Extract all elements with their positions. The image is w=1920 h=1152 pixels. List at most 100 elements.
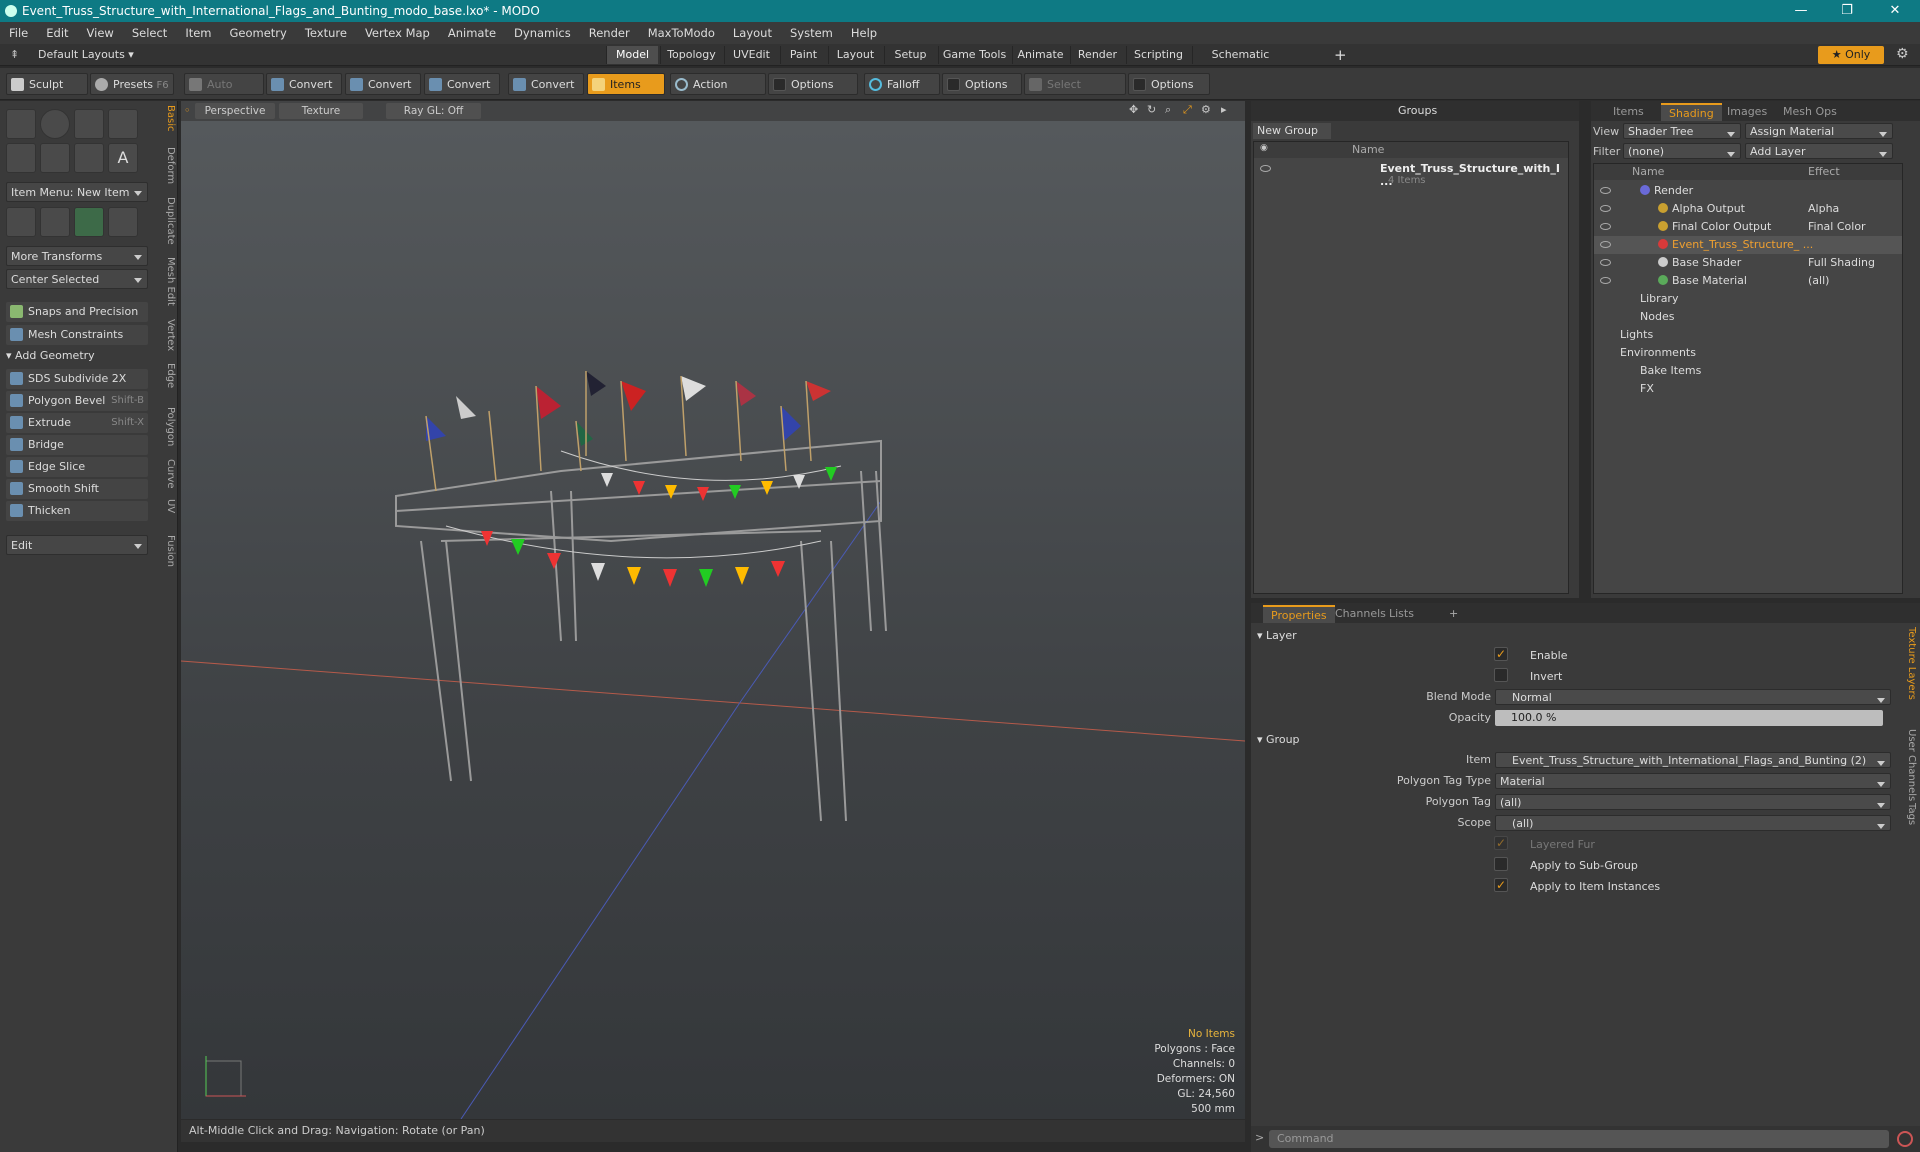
tab-scripting[interactable]: Scripting xyxy=(1126,46,1190,64)
more-transforms-dropdown[interactable]: More Transforms xyxy=(6,246,148,266)
globe-icon[interactable] xyxy=(74,207,104,237)
scope-dropdown[interactable]: (all) xyxy=(1495,815,1891,831)
convert-items-button[interactable]: Convert xyxy=(508,73,584,95)
tab-paint[interactable]: Paint xyxy=(780,46,826,64)
shader-effect[interactable]: (all) xyxy=(1808,272,1829,290)
zoom-view-icon[interactable]: ⌕ xyxy=(1165,103,1171,117)
mesh-constraints-button[interactable]: Mesh Constraints xyxy=(6,325,148,345)
default-layouts-dropdown[interactable]: Default Layouts ▾ xyxy=(38,48,134,61)
add-geometry-header[interactable]: ▾ Add Geometry xyxy=(6,349,95,362)
command-input[interactable]: Command xyxy=(1269,1130,1889,1148)
sphere-primitive-icon[interactable] xyxy=(40,109,70,139)
tool-thicken[interactable]: Thicken xyxy=(6,501,148,521)
vtab-edge[interactable]: Edge xyxy=(156,363,176,388)
tab-model[interactable]: Model xyxy=(606,46,658,64)
convert-vertices-button[interactable]: Convert xyxy=(266,73,342,95)
restore-button[interactable]: ❐ xyxy=(1824,0,1870,22)
tool-sds-subdivide-2x[interactable]: SDS Subdivide 2X xyxy=(6,369,148,389)
cone-primitive-icon[interactable] xyxy=(108,109,138,139)
minimize-button[interactable]: — xyxy=(1778,0,1824,22)
side-tab-tags[interactable]: Tags xyxy=(1897,803,1917,825)
tab-layout[interactable]: Layout xyxy=(828,46,882,64)
assign-material-button[interactable]: Assign Material xyxy=(1745,123,1893,139)
center-selected-dropdown[interactable]: Center Selected xyxy=(6,269,148,289)
shader-row[interactable]: Event_Truss_Structure_ ... xyxy=(1594,236,1902,254)
tool-smooth-shift[interactable]: Smooth Shift xyxy=(6,479,148,499)
perspective-icon[interactable] xyxy=(108,207,138,237)
cube-primitive-icon[interactable] xyxy=(6,109,36,139)
viewport-settings-icon[interactable]: ⚙ xyxy=(1201,103,1211,116)
fit-view-icon[interactable]: ⤢ xyxy=(1183,103,1192,117)
vtab-fusion[interactable]: Fusion xyxy=(156,535,176,567)
menu-animate[interactable]: Animate xyxy=(439,26,505,40)
transform-icon[interactable] xyxy=(6,207,36,237)
rotate-view-icon[interactable]: ↻ xyxy=(1147,103,1156,116)
convert-polygons-button[interactable]: Convert xyxy=(424,73,500,95)
menu-dynamics[interactable]: Dynamics xyxy=(505,26,580,40)
items-mode-button[interactable]: Items xyxy=(587,73,665,95)
shader-row[interactable]: Nodes xyxy=(1594,308,1902,326)
layout-icon[interactable]: ⇞ xyxy=(10,48,19,61)
gear-icon[interactable]: ⚙ xyxy=(1896,46,1909,62)
vtab-uv[interactable]: UV xyxy=(156,499,176,513)
texture-button[interactable]: Texture xyxy=(279,103,363,119)
group-section[interactable]: ▾ Group xyxy=(1257,733,1300,746)
sculpt-button[interactable]: Sculpt xyxy=(6,73,88,95)
polygon-tag-type-dropdown[interactable]: Material xyxy=(1495,773,1891,789)
shading-tab-items[interactable]: Items xyxy=(1605,103,1652,121)
only-button[interactable]: ★ Only xyxy=(1818,46,1884,64)
apply-sub-group-checkbox[interactable] xyxy=(1494,857,1508,871)
add-layer-dropdown[interactable]: Add Layer xyxy=(1745,143,1893,159)
menu-maxtomodo[interactable]: MaxToModo xyxy=(639,26,724,40)
action-center-button[interactable]: Action Center xyxy=(670,73,766,113)
menu-texture[interactable]: Texture xyxy=(296,26,356,40)
apply-item-instances-checkbox[interactable]: ✓ xyxy=(1494,878,1508,892)
vtab-deform[interactable]: Deform xyxy=(156,147,176,184)
pen-tool-icon[interactable] xyxy=(74,143,104,173)
tab-animate[interactable]: Animate xyxy=(1012,46,1068,64)
shader-effect[interactable]: Full Shading xyxy=(1808,254,1875,272)
tool-bridge[interactable]: Bridge xyxy=(6,435,148,455)
menu-system[interactable]: System xyxy=(781,26,842,40)
shader-row[interactable]: Library xyxy=(1594,290,1902,308)
text-tool-icon[interactable]: A xyxy=(108,143,138,173)
move-view-icon[interactable]: ✥ xyxy=(1129,103,1138,116)
side-tab-texture-layers[interactable]: Texture Layers xyxy=(1897,627,1917,700)
layered-fur-checkbox[interactable]: ✓ xyxy=(1494,836,1508,850)
shader-effect[interactable]: Final Color xyxy=(1808,218,1866,236)
falloff-button[interactable]: Falloff xyxy=(864,73,940,95)
close-button[interactable]: ✕ xyxy=(1872,0,1918,22)
menu-file[interactable]: File xyxy=(0,26,37,40)
menu-select[interactable]: Select xyxy=(123,26,176,40)
shader-row[interactable]: Base Shader Full Shading xyxy=(1594,254,1902,272)
eye-icon[interactable] xyxy=(1600,277,1611,284)
tool-polygon-bevel[interactable]: Polygon Bevel Shift-B xyxy=(6,391,148,411)
shader-row[interactable]: Render xyxy=(1594,182,1902,200)
menu-geometry[interactable]: Geometry xyxy=(221,26,296,40)
torus-primitive-icon[interactable] xyxy=(6,143,36,173)
shader-effect[interactable]: Alpha xyxy=(1808,200,1839,218)
menu-render[interactable]: Render xyxy=(580,26,639,40)
props-tab-lists[interactable]: Lists xyxy=(1381,605,1422,623)
view-dropdown[interactable]: Shader Tree xyxy=(1623,123,1741,139)
falloff-options-button[interactable]: Options xyxy=(942,73,1022,95)
vtab-mesh-edit[interactable]: Mesh Edit xyxy=(156,257,176,306)
layer-section[interactable]: ▾ Layer xyxy=(1257,629,1297,642)
cylinder-primitive-icon[interactable] xyxy=(74,109,104,139)
viewport-expand-icon[interactable]: ▸ xyxy=(1221,103,1227,116)
shader-row[interactable]: Environments xyxy=(1594,344,1902,362)
select-through-button[interactable]: Select Through xyxy=(1024,73,1126,113)
menu-layout[interactable]: Layout xyxy=(724,26,781,40)
presets-button[interactable]: Presets F6 xyxy=(90,73,174,95)
eye-icon[interactable] xyxy=(1600,259,1611,266)
tab-setup[interactable]: Setup xyxy=(884,46,936,64)
shading-tab-shading[interactable]: Shading xyxy=(1661,103,1722,121)
menu-view[interactable]: View xyxy=(78,26,123,40)
snaps-precision-button[interactable]: Snaps and Precision xyxy=(6,302,148,322)
invert-checkbox[interactable] xyxy=(1494,668,1508,682)
menu-edit[interactable]: Edit xyxy=(37,26,77,40)
add-tab-button[interactable]: + xyxy=(1334,46,1347,64)
shader-row[interactable]: FX xyxy=(1594,380,1902,398)
grid-icon[interactable] xyxy=(40,207,70,237)
menu-item[interactable]: Item xyxy=(176,26,220,40)
